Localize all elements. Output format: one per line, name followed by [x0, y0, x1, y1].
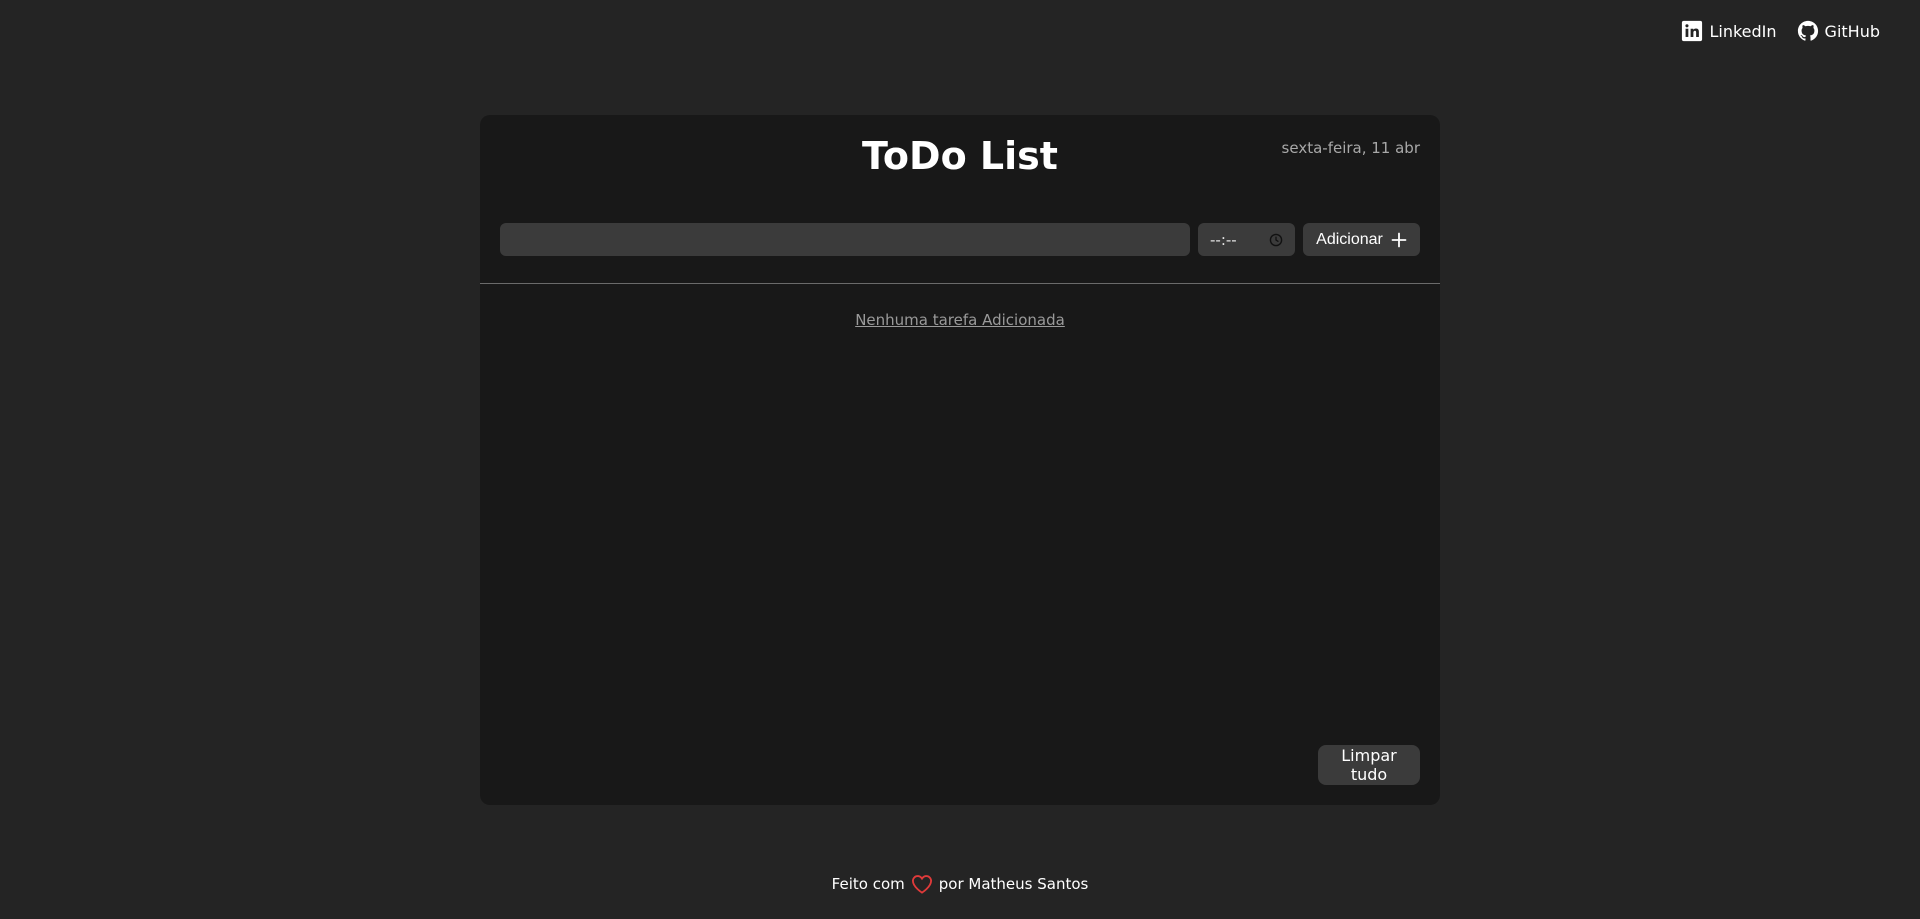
github-label: GitHub — [1824, 21, 1880, 41]
current-date: sexta-feira, 11 abr — [1281, 139, 1420, 157]
linkedin-link[interactable]: LinkedIn — [1681, 20, 1777, 42]
todo-card: ToDo List sexta-feira, 11 abr --:-- Adic… — [480, 115, 1440, 805]
heart-icon — [911, 874, 933, 894]
clock-icon[interactable] — [1269, 233, 1283, 247]
clear-all-button[interactable]: Limpar tudo — [1318, 745, 1420, 785]
linkedin-label: LinkedIn — [1709, 21, 1777, 41]
page: LinkedIn GitHub ToDo List sexta-feira, 1… — [0, 0, 1920, 919]
plus-icon — [1391, 232, 1407, 248]
linkedin-icon — [1681, 20, 1703, 42]
github-icon — [1797, 20, 1819, 42]
empty-tasks-message: Nenhuma tarefa Adicionada — [855, 311, 1065, 329]
add-task-label: Adicionar — [1316, 230, 1383, 248]
time-input-value: --:-- — [1210, 230, 1237, 249]
task-input-row: --:-- Adicionar — [500, 223, 1420, 256]
github-link[interactable]: GitHub — [1797, 20, 1880, 42]
divider — [480, 283, 1440, 284]
task-input[interactable] — [500, 223, 1190, 256]
footer-suffix: por Matheus Santos — [938, 875, 1089, 893]
time-input[interactable]: --:-- — [1198, 223, 1295, 256]
social-links: LinkedIn GitHub — [1681, 20, 1880, 42]
footer: Feito com por Matheus Santos — [0, 874, 1920, 894]
add-task-button[interactable]: Adicionar — [1303, 223, 1420, 256]
footer-prefix: Feito com — [831, 875, 905, 893]
